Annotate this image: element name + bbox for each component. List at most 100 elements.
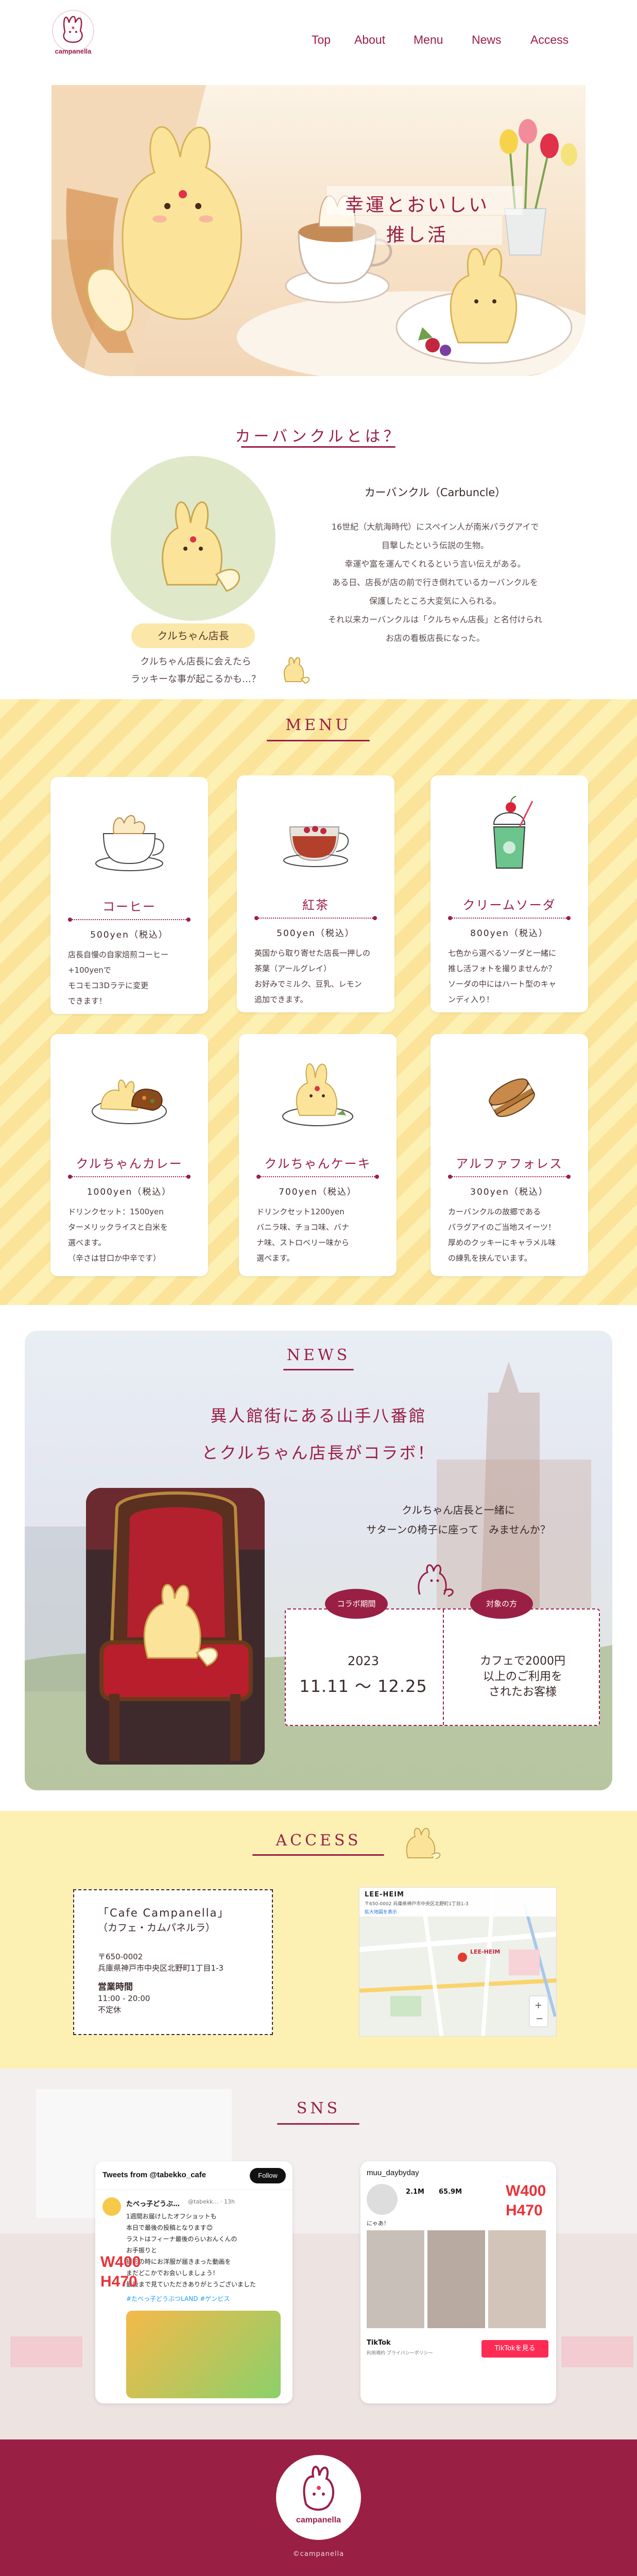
hero-banner [51,85,586,376]
shop-name: 「Cafe Campanella」 [98,1907,230,1919]
logo-text: campanella [55,47,92,55]
desc-line: ナ味、ストロベリー味から [256,1238,350,1247]
about-body-line: 幸運や富を運んでくれるという言い伝えがある。 [345,559,526,569]
mascot-peek-icon [406,1827,441,1859]
street-address: 兵庫県神戸市中央区北野町1丁目1-3 [98,1963,224,1973]
about-title: カーバンクルとは？ [235,428,402,446]
zoom-in-button[interactable]: + [535,2000,542,2011]
hero-illustration [51,85,586,376]
about-caption-line1: クルちゃん店長に会えたら [140,656,251,667]
zoom-out-button[interactable]: − [536,2013,543,2024]
news-lead: クルちゃん店長と一緒に サターンの椅子に座って みませんか？ [355,1500,561,1539]
news-date-range: 11.11 ～ 12.25 [299,1676,427,1696]
hours: 11:00 - 20:00 不定休 [98,1993,150,2015]
tiktok-stat-2: 65.9M [439,2188,462,2196]
twitter-avatar [102,2197,121,2216]
tiktok-video-thumb[interactable] [488,2230,546,2328]
tweet-line: 1週間お届けしたオフショットも [126,2213,217,2220]
about-body-line: ある日、店長が店の前で行き倒れているカーバンクルを [332,578,538,587]
news-condition: カフェで2000円 以上のご利用を されたお客様 [453,1654,592,1700]
google-map[interactable]: LEE-HEIM 〒650-0002 兵庫県神戸市中央区北野町1丁目1-3 拡大… [359,1887,557,2037]
price-height: H470 [506,2202,543,2219]
menu-card-coffee[interactable]: コーヒー 500yen（税込） 店長自慢の自家焙煎コーヒー +100yenで モ… [50,777,208,1014]
menu-item-name: アルファフォレス [456,1157,563,1171]
small-mascot-icon [284,657,310,684]
menu-card-alfajores[interactable]: アルファフォレス 300yen（税込） カーバンクルの故郷である パラグアイのご… [431,1034,588,1276]
sns-title-rule [277,2123,359,2125]
hero-tagline-line1: 幸運とおいしい [345,195,489,216]
menu-item-price: 500yen（税込） [277,928,355,939]
desc-line: +100yenで [68,965,111,975]
menu-card-curry[interactable]: クルちゃんカレー 1000yen（税込） ドリンクセット：1500yen ターメ… [50,1034,208,1276]
desc-line: ドリンクセット：1500yen [68,1207,164,1216]
nav-about[interactable]: About [354,33,385,47]
shop-kana: （カフェ・カムパネルラ） [98,1922,216,1934]
sns-title: SNS [296,2099,341,2117]
about-caption-line2: ラッキーな事が起こるかも…？ [131,674,261,685]
menu-card-tea[interactable]: 紅茶 500yen（税込） 英国から取り寄せた店長一押しの 茶葉（アールグレイ）… [237,775,394,1012]
tiktok-video-thumb[interactable] [367,2230,424,2328]
menu-item-desc: 七色から選べるソーダと一緒に 推し活フォトを撮りませんか？ ソーダの中にはハート… [448,945,572,1007]
menu-card-cream-soda[interactable]: クリームソーダ 800yen（税込） 七色から選べるソーダと一緒に 推し活フォト… [431,775,588,1012]
menu-item-price: 500yen（税込） [90,930,168,940]
tiktok-embed[interactable]: muu_daybyday 2.1M 65.9M にゃあ！ TikTok 利用規約… [360,2161,556,2403]
twitter-embed[interactable]: Tweets from @tabekko_cafe Follow たべっ子どうぶ… [95,2161,292,2403]
news-photo [86,1488,265,1765]
menu-item-desc: ドリンクセット：1500yen ターメリックライスと白米を 選べます。 （辛さは… [68,1204,192,1266]
price-width: W400 [506,2182,546,2199]
desc-line: （辛さは甘口か中辛です） [68,1253,161,1263]
menu-item-name: クルちゃんカレー [76,1157,183,1171]
copyright: ©campanella [292,2550,345,2558]
curry-icon [92,1079,167,1124]
shop-address: 〒650-0002 兵庫県神戸市中央区北野町1丁目1-3 [98,1951,223,1974]
divider [448,916,571,920]
menu-title: MENU [285,716,352,734]
access-title-rule [252,1854,384,1856]
tweet-line: お手振りと [126,2247,158,2254]
map-enlarge-link[interactable]: 拡大地図を表示 [365,1908,397,1915]
divider [256,1175,379,1179]
tiktok-avatar [367,2184,398,2215]
twitter-username[interactable]: たべっ子どうぶ… [126,2198,180,2208]
hours-label: 営業時間 [98,1982,133,1992]
divider [448,1175,571,1179]
tweet-hashtags[interactable]: #たべっ子どうぶつLAND #ゲンビス [126,2294,230,2303]
nav-access[interactable]: Access [530,33,569,47]
news-headline-line2: とクルちゃん店長がコラボ！ [201,1443,436,1463]
tiktok-open-button[interactable]: TikTokを見る [481,2340,548,2358]
hero-tagline: 幸運とおいしい 推し活 [330,191,505,250]
tweet-line: 最後まで見ていただきありがとうございました [126,2281,256,2288]
menu-item-desc: 英国から取り寄せた店長一押しの 茶葉（アールグレイ） お好みでミルク、豆乳、レモ… [254,945,378,1007]
menu-card-cake[interactable]: クルちゃんケーキ 700yen（税込） ドリンクセット1200yen バニラ味、… [239,1034,397,1276]
divider [68,1175,191,1179]
desc-line: の練乳を挟んでいます。 [448,1253,532,1263]
desc-line: ターメリックライスと白米を [68,1223,168,1232]
menu-item-price: 300yen（税込） [470,1187,548,1197]
nav-menu[interactable]: Menu [414,33,443,47]
desc-line: 七色から選べるソーダと一緒に [448,948,557,958]
menu-item-price: 700yen（税込） [279,1187,357,1197]
nav-top[interactable]: Top [312,33,331,47]
map-pin-label: LEE-HEIM [470,1948,501,1955]
alfajores-icon [489,1078,535,1117]
news-box-divider [443,1609,444,1725]
footer-logo[interactable]: campanella [276,2455,361,2540]
cake-icon [282,1063,353,1126]
tag-target: 対象の方 [470,1589,533,1619]
nav-news[interactable]: News [472,33,502,47]
tweet-line: ラストはフィーナ最後のらいおんくんの [126,2235,237,2243]
desc-line: 選べます。 [68,1238,106,1247]
twitter-follow-button[interactable]: Follow [250,2168,286,2183]
tiktok-video-thumb[interactable] [427,2230,485,2328]
tweet-media[interactable] [126,2311,281,2398]
tweet-line: 撮影の時にお洋服が届きまった動画を [126,2258,231,2265]
postal-code: 〒650-0002 [98,1952,143,1961]
desc-line: 追加できます。 [254,995,308,1004]
tag-period: コラボ期間 [325,1589,388,1619]
throne-chair-photo [86,1488,265,1765]
tiktok-policy[interactable]: 利用規約 プライバシーポリシー [367,2349,433,2356]
tiktok-username[interactable]: muu_daybyday [367,2168,419,2177]
menu-item-desc: カーバンクルの故郷である パラグアイのご当地スイーツ！ 厚めのクッキーにキャラメ… [448,1204,572,1266]
coffee-icon [95,815,164,871]
tiktok-caption: にゃあ！ [367,2220,389,2227]
